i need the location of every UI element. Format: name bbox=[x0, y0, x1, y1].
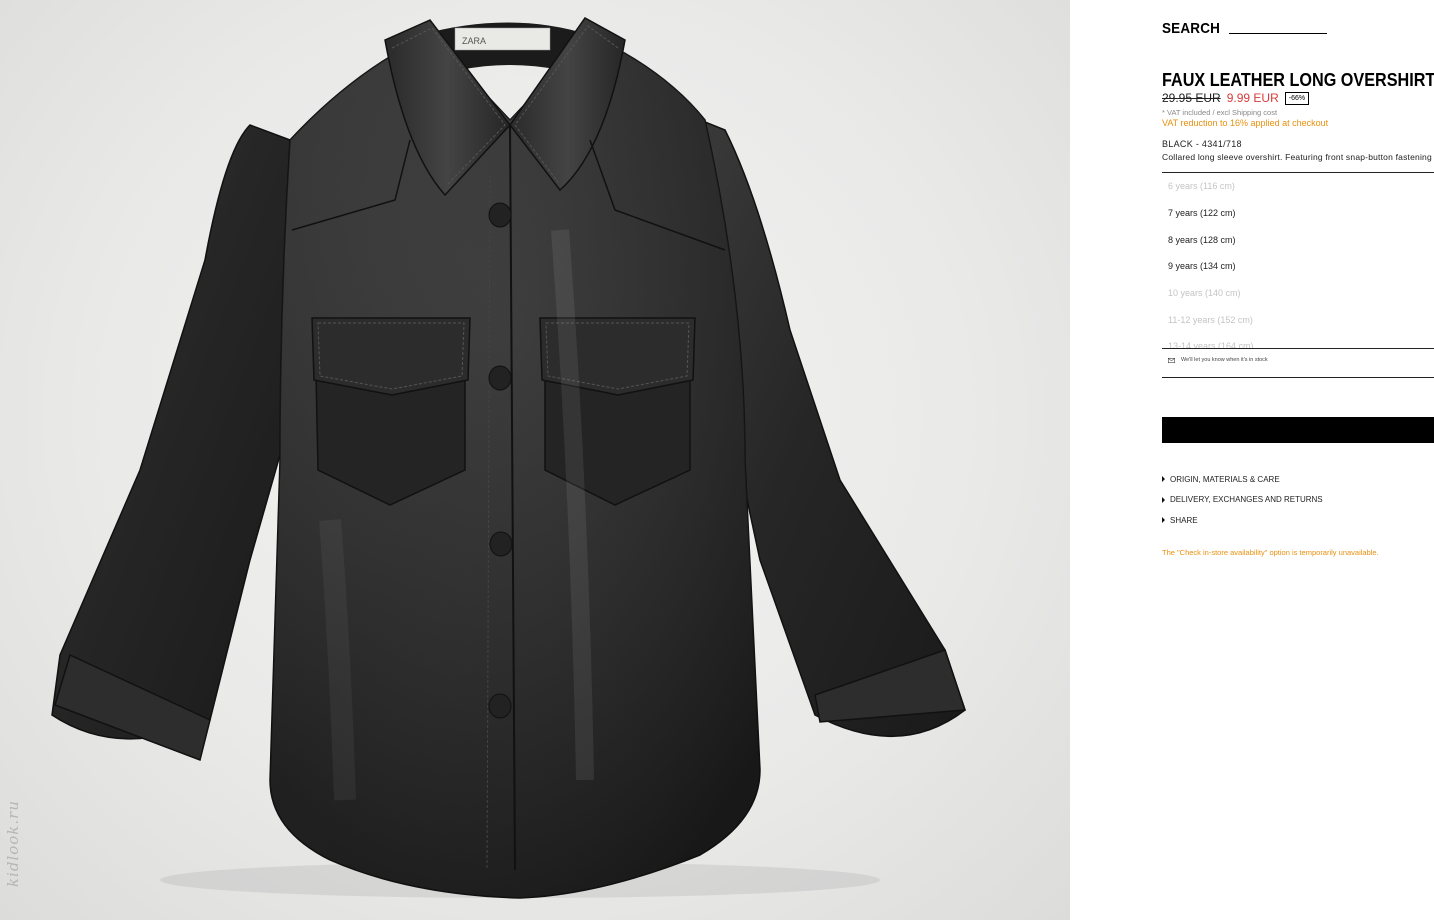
product-image-panel: ZARA kidlook.ru bbox=[0, 0, 1070, 920]
divider bbox=[1162, 348, 1434, 349]
product-description: Collared long sleeve overshirt. Featurin… bbox=[1162, 152, 1432, 162]
accordion-delivery-returns[interactable]: DELIVERY, EXCHANGES AND RETURNS bbox=[1162, 490, 1323, 511]
add-to-cart-button[interactable] bbox=[1162, 417, 1434, 443]
price-row: 29.95 EUR 9.99 EUR -66% bbox=[1162, 91, 1310, 105]
accordion-label: SHARE bbox=[1170, 515, 1198, 525]
watermark: kidlook.ru bbox=[4, 800, 22, 888]
product-info-panel: SEARCH FAUX LEATHER LONG OVERSHIRT 29.95… bbox=[1070, 0, 1434, 920]
vat-reduction-note: VAT reduction to 16% applied at checkout bbox=[1162, 118, 1329, 128]
vat-note: * VAT included / excl Shipping cost bbox=[1162, 108, 1278, 117]
accordion-share[interactable]: SHARE bbox=[1162, 510, 1323, 531]
caret-right-icon bbox=[1162, 476, 1165, 483]
store-availability-note: The "Check in-store availability" option… bbox=[1162, 548, 1379, 557]
accordion-origin-materials-care[interactable]: ORIGIN, MATERIALS & CARE bbox=[1162, 469, 1323, 490]
original-price: 29.95 EUR bbox=[1162, 91, 1221, 105]
caret-right-icon bbox=[1162, 517, 1165, 524]
product-title: FAUX LEATHER LONG OVERSHIRT bbox=[1162, 70, 1434, 90]
discount-badge: -66% bbox=[1284, 91, 1310, 105]
size-selector[interactable]: 6 years (116 cm) 7 years (122 cm) 8 year… bbox=[1162, 173, 1434, 348]
size-option[interactable]: 10 years (140 cm) bbox=[1162, 280, 1434, 307]
accordion-label: DELIVERY, EXCHANGES AND RETURNS bbox=[1170, 495, 1323, 505]
size-option[interactable]: 8 years (128 cm) bbox=[1162, 226, 1434, 253]
search-input-underline[interactable] bbox=[1228, 33, 1327, 34]
size-option[interactable]: 13-14 years (164 cm) bbox=[1162, 333, 1434, 348]
search-bar[interactable]: SEARCH bbox=[1162, 20, 1327, 37]
notify-text[interactable]: We'll let you know when it's in stock bbox=[1181, 357, 1268, 363]
size-option[interactable]: 7 years (122 cm) bbox=[1162, 200, 1434, 227]
collar-brand-label: ZARA bbox=[462, 36, 486, 46]
divider bbox=[1162, 377, 1434, 378]
search-label[interactable]: SEARCH bbox=[1162, 20, 1220, 37]
caret-right-icon bbox=[1162, 496, 1165, 503]
size-option[interactable]: 6 years (116 cm) bbox=[1162, 173, 1434, 200]
notify-when-in-stock[interactable]: We'll let you know when it's in stock bbox=[1168, 357, 1268, 363]
accordion-label: ORIGIN, MATERIALS & CARE bbox=[1170, 474, 1280, 484]
color-reference: BLACK - 4341/718 bbox=[1162, 139, 1242, 149]
sale-price: 9.99 EUR bbox=[1226, 91, 1279, 105]
size-option[interactable]: 9 years (134 cm) bbox=[1162, 253, 1434, 280]
product-image[interactable]: ZARA bbox=[0, 0, 1070, 920]
size-option[interactable]: 11-12 years (152 cm) bbox=[1162, 306, 1434, 333]
info-accordion: ORIGIN, MATERIALS & CARE DELIVERY, EXCHA… bbox=[1162, 469, 1323, 531]
mail-icon bbox=[1168, 357, 1175, 363]
